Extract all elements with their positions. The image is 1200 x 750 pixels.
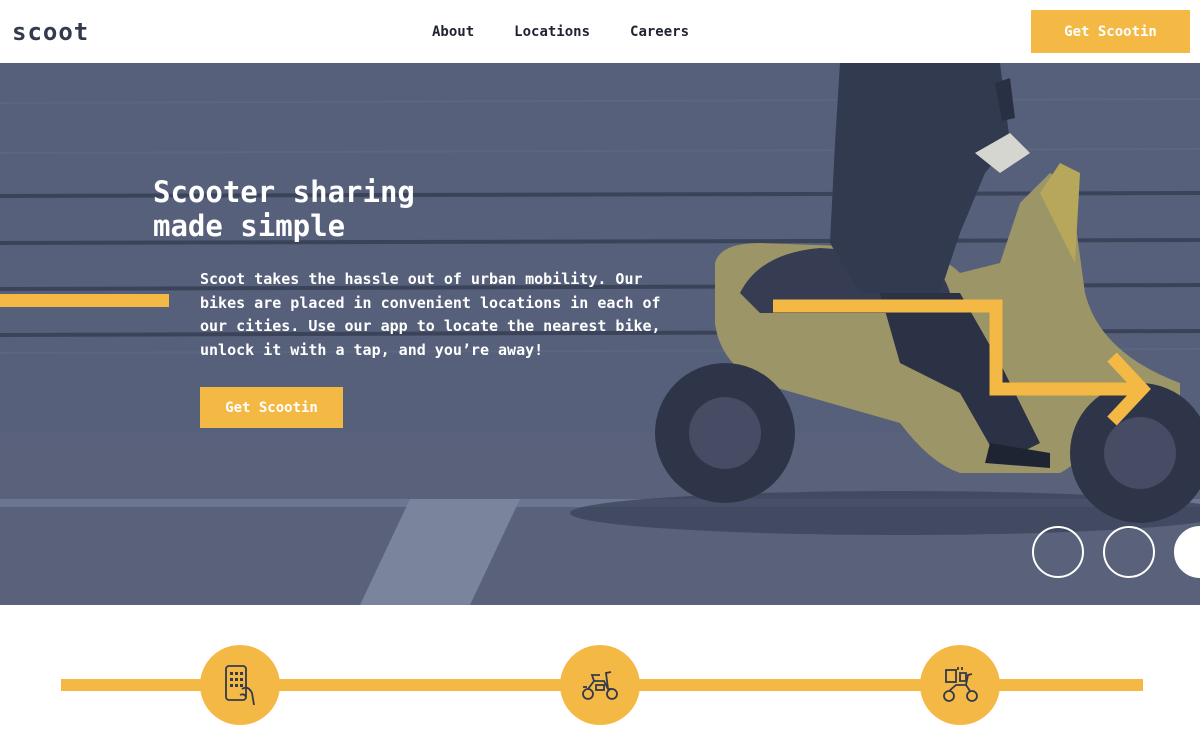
carousel-dot-1[interactable] <box>1032 526 1084 578</box>
carousel-dot-2[interactable] <box>1103 526 1155 578</box>
main-nav: About Locations Careers <box>432 24 689 40</box>
phone-app-icon <box>200 645 280 725</box>
hero-description: Scoot takes the hassle out of urban mobi… <box>200 270 661 359</box>
header-get-scootin-button[interactable]: Get Scootin <box>1031 10 1190 53</box>
hero-title: Scooter sharing made simple <box>153 175 513 243</box>
nav-link-careers[interactable]: Careers <box>630 24 689 40</box>
hero-accent-line <box>0 294 169 307</box>
logo[interactable]: scoot <box>12 18 89 46</box>
hero-section: Scooter sharing made simple Scoot takes … <box>0 63 1200 605</box>
scooter-delivery-icon <box>920 645 1000 725</box>
hero-title-line-2: made simple <box>153 209 346 243</box>
site-header: scoot About Locations Careers Get Scooti… <box>0 0 1200 63</box>
hero-get-scootin-button[interactable]: Get Scootin <box>200 387 343 428</box>
nav-link-about[interactable]: About <box>432 24 474 40</box>
steps-section <box>0 605 1200 750</box>
hero-title-line-1: Scooter sharing <box>153 175 415 209</box>
nav-link-locations[interactable]: Locations <box>514 24 590 40</box>
scooter-icon <box>560 645 640 725</box>
